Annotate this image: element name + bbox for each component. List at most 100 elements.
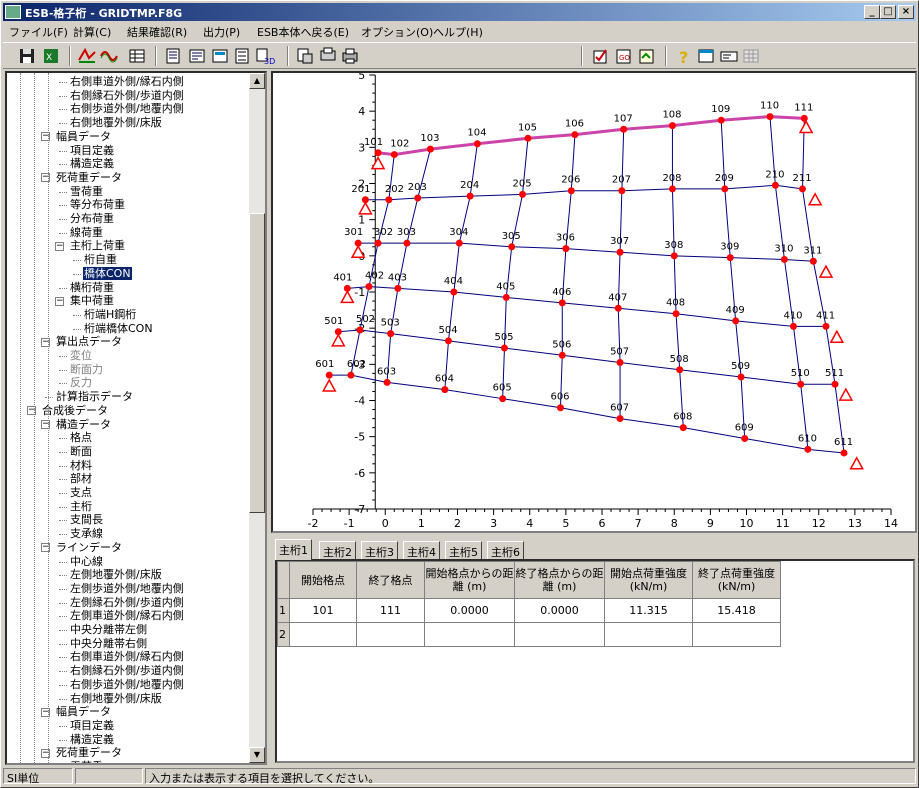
tab-girder-4[interactable]: 主桁4	[403, 541, 440, 559]
tree-view[interactable]: 右側車道外側/縁石内側 右側縁石外側/歩道内側 右側歩道外側/地覆内側 右側地覆外側/…	[5, 71, 267, 765]
tree-item[interactable]: 左側地覆外側/床版	[59, 568, 163, 582]
tree-item[interactable]: 左側歩道外側/地覆内側	[59, 582, 185, 596]
cell-start-distance[interactable]: 0.0000	[424, 598, 515, 623]
tree-item[interactable]: 支点	[59, 486, 93, 500]
tree-item[interactable]: 等分布荷重	[59, 198, 126, 212]
table-icon[interactable]	[127, 46, 147, 66]
row-header[interactable]: 2	[277, 622, 290, 647]
col-end-intensity[interactable]: 終了点荷重強度 (kN/m)	[692, 561, 781, 599]
print-preview-icon[interactable]	[295, 46, 315, 66]
tab-girder-2[interactable]: 主桁2	[319, 541, 356, 559]
tree-item[interactable]: 構造定義	[59, 157, 115, 171]
cell-start-distance[interactable]	[424, 622, 515, 647]
tree-item[interactable]: − 死荷重データ	[41, 171, 123, 185]
cell-end-distance[interactable]: 0.0000	[514, 598, 605, 623]
save-icon[interactable]	[17, 46, 37, 66]
menu-calc[interactable]: 計算(C)	[73, 24, 111, 40]
tree-item[interactable]: − 幅員データ	[41, 705, 112, 719]
view-3d-icon[interactable]: 3D	[255, 46, 275, 66]
tree-item[interactable]: 右側車道外側/縁石内側	[59, 650, 185, 664]
tree-item[interactable]: 横桁荷重	[59, 281, 115, 295]
scroll-up-button[interactable]: ▲	[249, 73, 265, 89]
tree-item[interactable]: 項目定義	[59, 719, 115, 733]
tree-item[interactable]: 計算指示データ	[45, 390, 134, 404]
scroll-thumb[interactable]	[249, 213, 265, 513]
tab-girder-5[interactable]: 主桁5	[445, 541, 482, 559]
tree-item[interactable]: 左側車道外側/縁石内側	[59, 609, 185, 623]
cell-start-node[interactable]: 101	[289, 598, 357, 623]
tree-item[interactable]: 格点	[59, 431, 93, 445]
help-icon[interactable]: ?	[674, 46, 694, 66]
menu-help[interactable]: ヘルプ(H)	[433, 24, 483, 40]
tree-item[interactable]: 中央分離帯左側	[59, 623, 148, 637]
tree-item[interactable]: 中央分離帯右側	[59, 637, 148, 651]
maximize-button[interactable]: □	[880, 5, 896, 19]
tree-item[interactable]: − ラインデータ	[41, 541, 123, 555]
menu-options[interactable]: オプション(O)	[361, 24, 433, 40]
collapse-icon[interactable]: −	[55, 241, 64, 251]
tree-item[interactable]: 雪荷重	[59, 185, 104, 199]
row-header[interactable]: 1	[277, 598, 290, 623]
tree-item[interactable]: 構造定義	[59, 733, 115, 747]
tree-item[interactable]: 桁端H鋼桁	[73, 308, 137, 322]
tree-scrollbar[interactable]: ▲ ▼	[249, 73, 265, 763]
tree-item[interactable]: 桁端橋体CON	[73, 322, 154, 336]
menu-file[interactable]: ファイル(F)	[9, 24, 68, 40]
tree-item[interactable]: 雪荷重	[69, 760, 104, 763]
cell-end-node[interactable]: 111	[356, 598, 425, 623]
window-icon[interactable]	[696, 46, 716, 66]
cell-end-intensity[interactable]: 15.418	[692, 598, 781, 623]
tab-girder-3[interactable]: 主桁3	[361, 541, 398, 559]
excel-icon[interactable]: X	[41, 46, 61, 66]
tree-item[interactable]: 右側歩道外側/地覆内側	[59, 102, 185, 116]
tree-item[interactable]: 右側地覆外側/床版	[59, 692, 163, 706]
tree-item[interactable]: 断面	[59, 445, 93, 459]
menu-output[interactable]: 出力(P)	[203, 24, 240, 40]
tree-item[interactable]: 支承線	[59, 527, 104, 541]
col-end-node[interactable]: 終了格点	[356, 561, 425, 599]
tab-girder-1[interactable]: 主桁1	[275, 539, 312, 560]
tree-item[interactable]: 左側縁石外側/歩道内側	[59, 596, 185, 610]
check-icon[interactable]	[591, 46, 611, 66]
cell-start-intensity[interactable]	[604, 622, 693, 647]
report3-icon[interactable]	[210, 46, 230, 66]
tree-item[interactable]: 主桁	[59, 500, 93, 514]
col-start-intensity[interactable]: 開始点荷重強度 (kN/m)	[604, 561, 693, 599]
cell-end-node[interactable]	[356, 622, 425, 647]
tree-item[interactable]: 右側縁石外側/歩道内側	[59, 89, 185, 103]
tree-item[interactable]: 線荷重	[59, 226, 104, 240]
calc-icon[interactable]: GO	[614, 46, 634, 66]
card-icon[interactable]	[719, 46, 739, 66]
tree-item[interactable]: 橋体CON	[73, 266, 132, 281]
tree-item[interactable]: 右側車道外側/縁石内側	[59, 75, 185, 89]
tree-item[interactable]: 変位	[59, 349, 93, 363]
tree-item[interactable]: 反力	[59, 376, 93, 390]
report2-icon[interactable]	[187, 46, 207, 66]
tree-item[interactable]: 右側地覆外側/床版	[59, 116, 163, 130]
tree-item[interactable]: − 集中荷重	[55, 294, 115, 308]
tree-item[interactable]: − 幅員データ	[41, 130, 112, 144]
cell-start-intensity[interactable]: 11.315	[604, 598, 693, 623]
tree-item[interactable]: − 算出点データ	[41, 335, 123, 349]
tree-item[interactable]: 支間長	[59, 513, 104, 527]
wave-icon[interactable]	[99, 46, 119, 66]
grid-edit-icon[interactable]	[77, 46, 97, 66]
tree-item[interactable]: − 構造データ	[41, 418, 112, 432]
tree-item[interactable]: 右側歩道外側/地覆内側	[59, 678, 185, 692]
tree-item[interactable]: 右側縁石外側/歩道内側	[59, 664, 185, 678]
cell-end-intensity[interactable]	[692, 622, 781, 647]
collapse-icon[interactable]: −	[55, 296, 64, 306]
cell-start-node[interactable]	[289, 622, 357, 647]
tree-item[interactable]: 分布荷重	[59, 212, 115, 226]
scroll-down-button[interactable]: ▼	[249, 747, 265, 763]
col-start-distance[interactable]: 開始格点からの距離 (m)	[424, 561, 515, 599]
print-setup-icon[interactable]	[318, 46, 338, 66]
print-icon[interactable]	[340, 46, 360, 66]
tree-item[interactable]: − 主桁上荷重	[55, 239, 126, 253]
grid-plot[interactable]: 543210-1-2-3-4-5-6-7-2-10123456789101112…	[271, 69, 917, 533]
tree-item[interactable]: − 合成後データ	[27, 404, 109, 418]
tree-item[interactable]: 断面力	[59, 363, 104, 377]
tree-item[interactable]: 中心線	[59, 555, 104, 569]
result-icon[interactable]	[637, 46, 657, 66]
minimize-button[interactable]: _	[864, 5, 880, 19]
